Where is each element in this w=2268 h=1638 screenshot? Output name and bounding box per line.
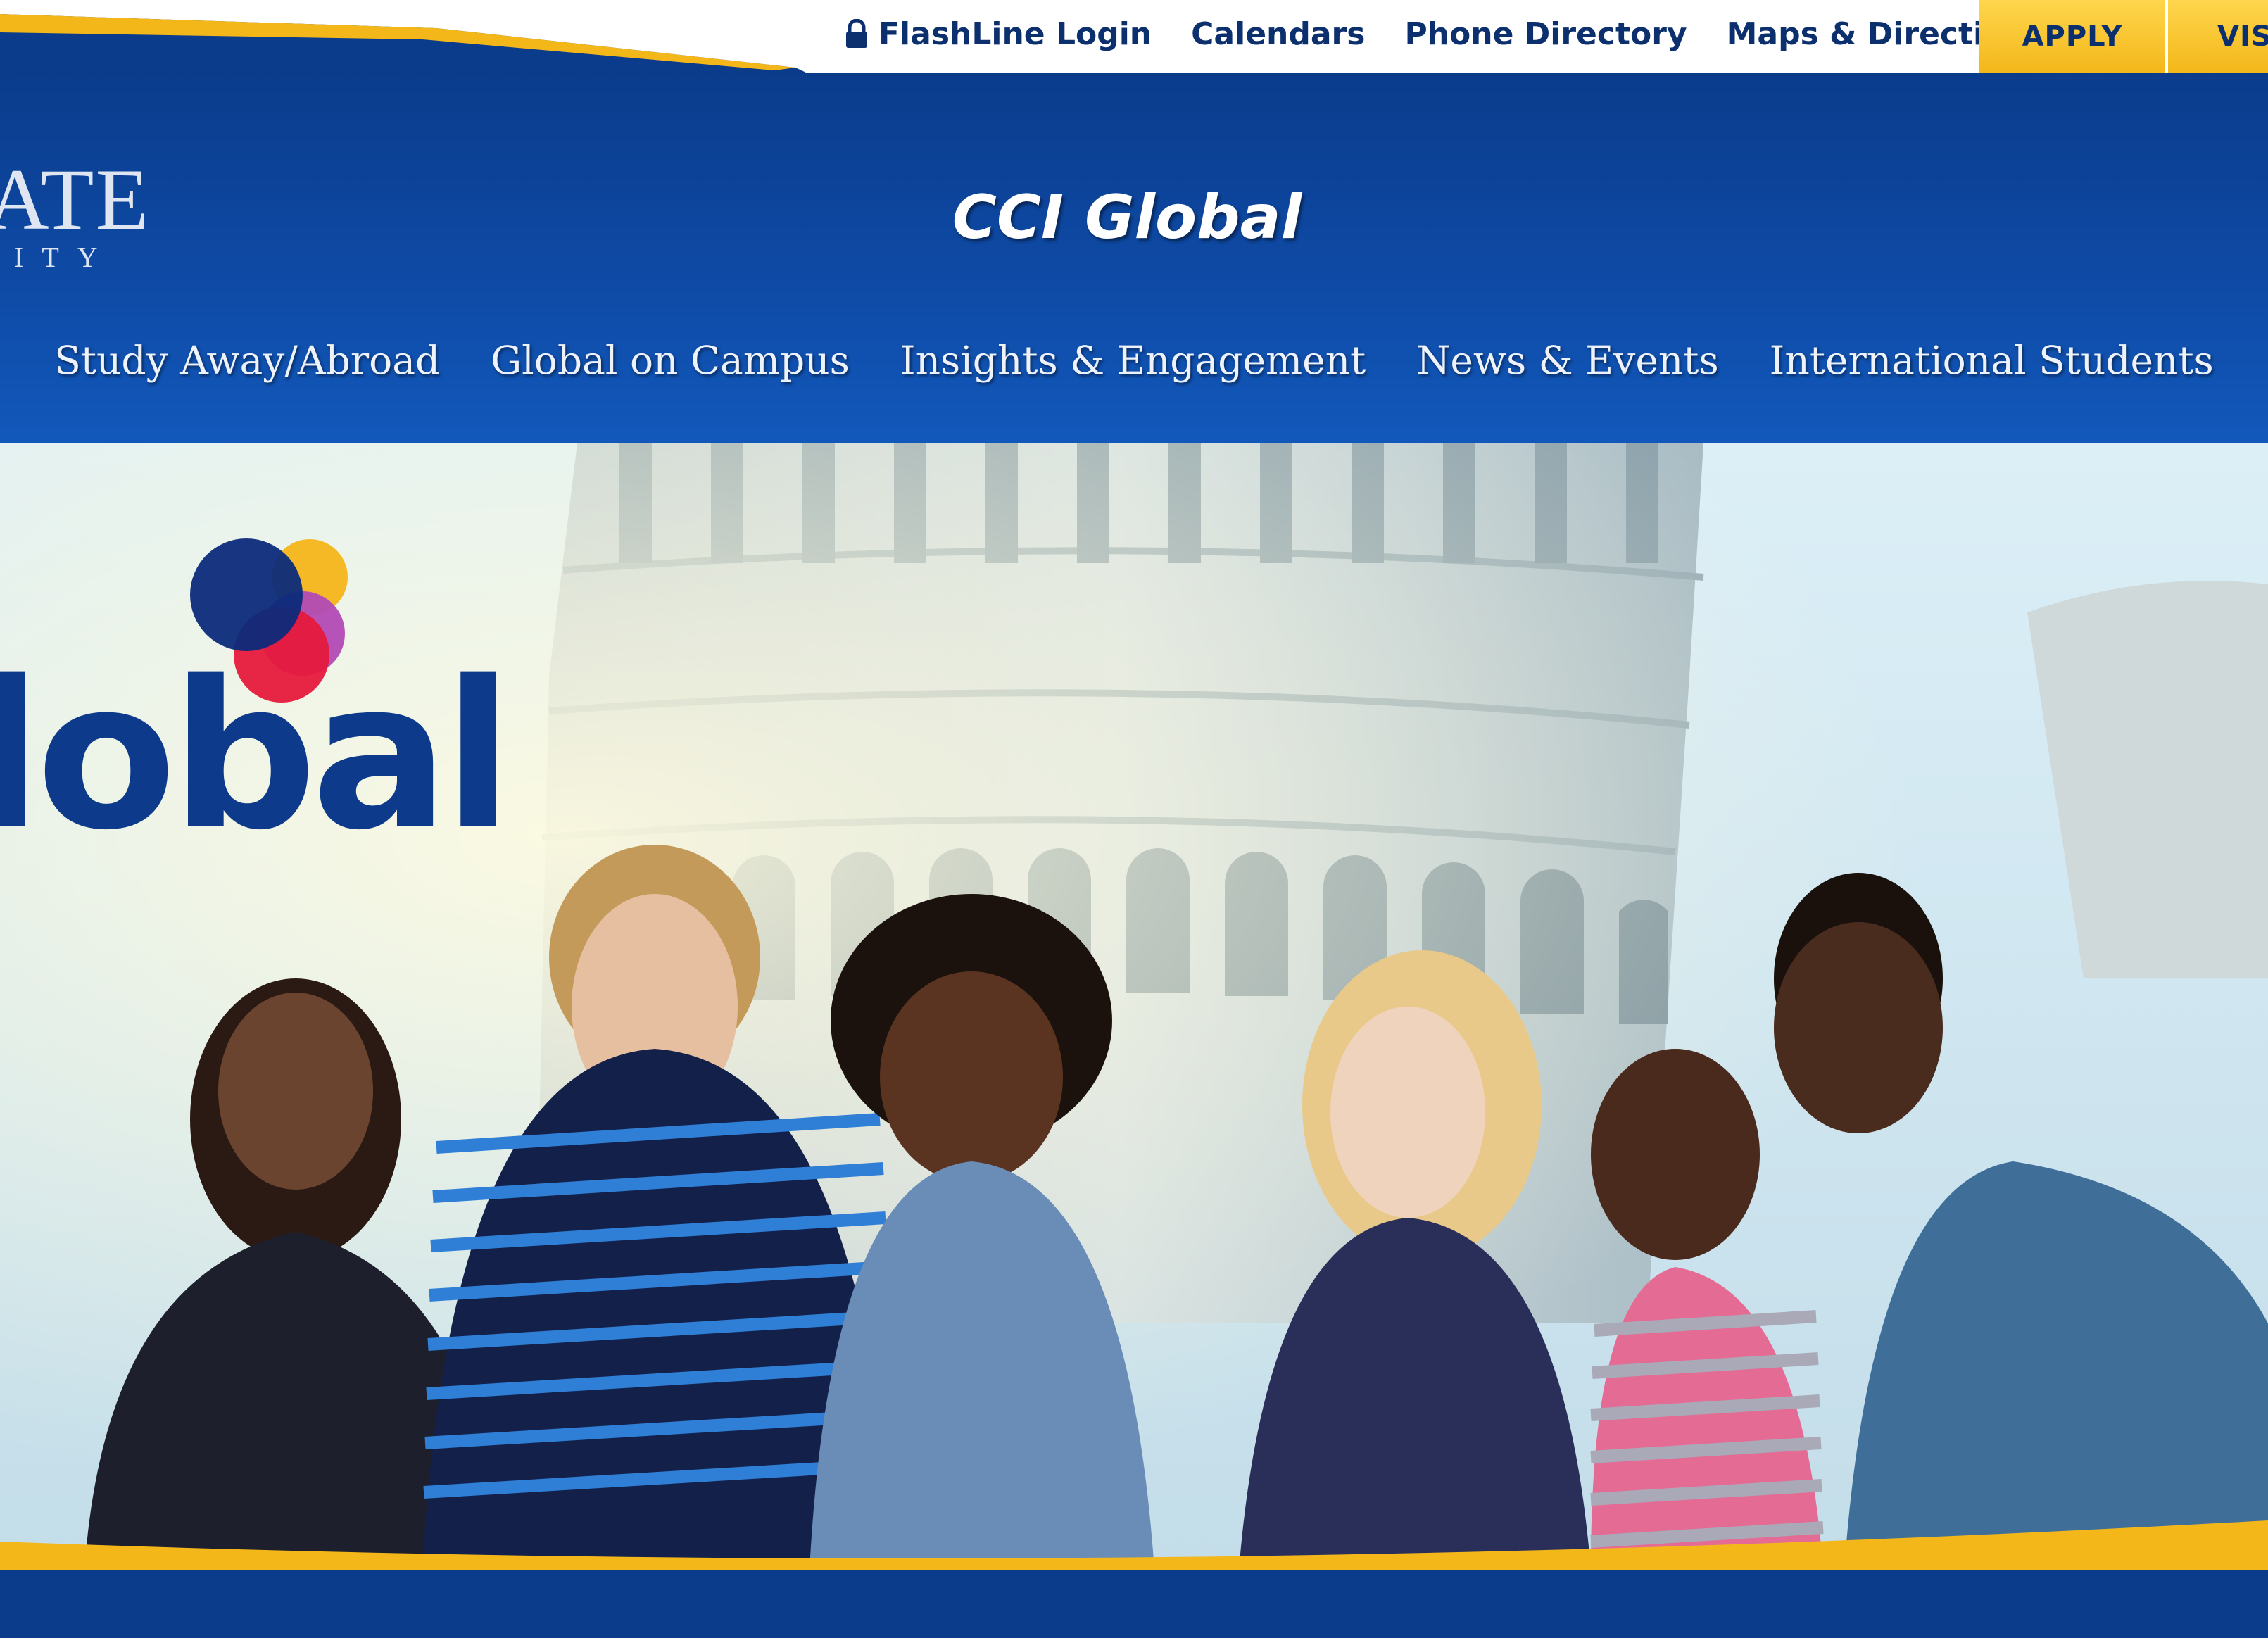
site-title[interactable]: CCI Global <box>0 182 2268 253</box>
hero-photo <box>0 443 2268 1570</box>
bottom-band <box>0 1570 2268 1638</box>
phone-directory-link[interactable]: Phone Directory <box>1404 16 1687 52</box>
hero-banner: lobal <box>0 443 2268 1570</box>
nav-insights-engagement[interactable]: Insights & Engagement <box>900 338 1366 383</box>
lock-icon <box>846 19 867 48</box>
nav-international-students[interactable]: International Students <box>1770 338 2214 383</box>
main-nav: Study Away/Abroad Global on Campus Insig… <box>0 325 2268 396</box>
utility-links: FlashLine Login Calendars Phone Director… <box>845 0 2085 68</box>
visit-button[interactable]: VISI <box>2168 0 2268 73</box>
apply-button[interactable]: APPLY <box>1979 0 2165 73</box>
site-header: ATE ITY CCI Global Study Away/Abroad Glo… <box>0 73 2268 443</box>
nav-news-events[interactable]: News & Events <box>1416 338 1718 383</box>
nav-global-on-campus[interactable]: Global on Campus <box>491 338 850 383</box>
flashline-login-label: FlashLine Login <box>878 15 1152 52</box>
utility-bar: FlashLine Login Calendars Phone Director… <box>0 0 2268 77</box>
flashline-login-link[interactable]: FlashLine Login <box>845 16 1152 52</box>
hero-brand-text: lobal <box>0 638 513 875</box>
nav-study-away-abroad[interactable]: Study Away/Abroad <box>54 338 440 383</box>
calendars-link[interactable]: Calendars <box>1191 16 1365 52</box>
gold-swoosh-decoration <box>0 14 817 77</box>
